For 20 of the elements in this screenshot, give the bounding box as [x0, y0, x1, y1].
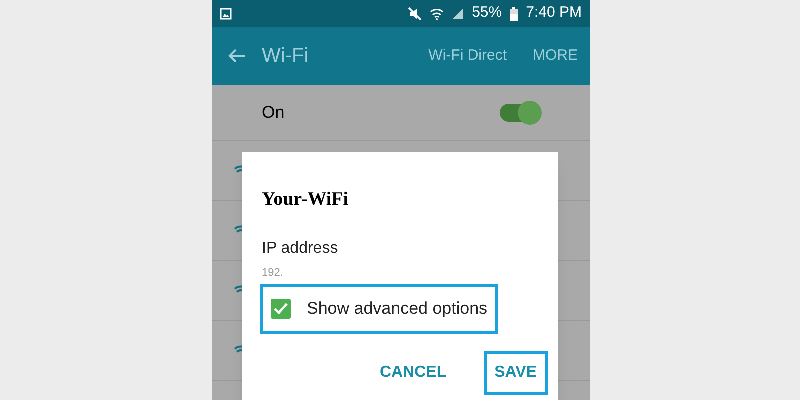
clock: 7:40 PM	[526, 3, 582, 24]
switch-label: On	[262, 102, 285, 124]
field-value: 192.	[262, 266, 284, 280]
image-icon	[220, 8, 232, 20]
dialog-button[interactable]: CANCEL	[368, 351, 458, 395]
checkbox-label[interactable]: Show advanced options	[307, 296, 488, 322]
action-link[interactable]: MORE	[533, 44, 578, 68]
back-arrow-icon[interactable]	[228, 48, 246, 64]
dialog-button[interactable]: SAVE	[484, 351, 548, 395]
action-link[interactable]: Wi-Fi Direct	[428, 44, 507, 68]
screen-title: Wi-Fi	[262, 44, 309, 69]
wifi-icon	[430, 6, 444, 20]
field-label: IP address	[262, 238, 340, 258]
mute-icon	[408, 6, 422, 20]
battery-icon	[510, 6, 518, 20]
wifi-toggle[interactable]	[500, 104, 540, 122]
battery-percent: 55%	[472, 3, 502, 24]
checkbox[interactable]	[271, 299, 291, 319]
signal-icon	[452, 8, 464, 20]
dialog-title: Your-WiFi	[262, 188, 350, 212]
